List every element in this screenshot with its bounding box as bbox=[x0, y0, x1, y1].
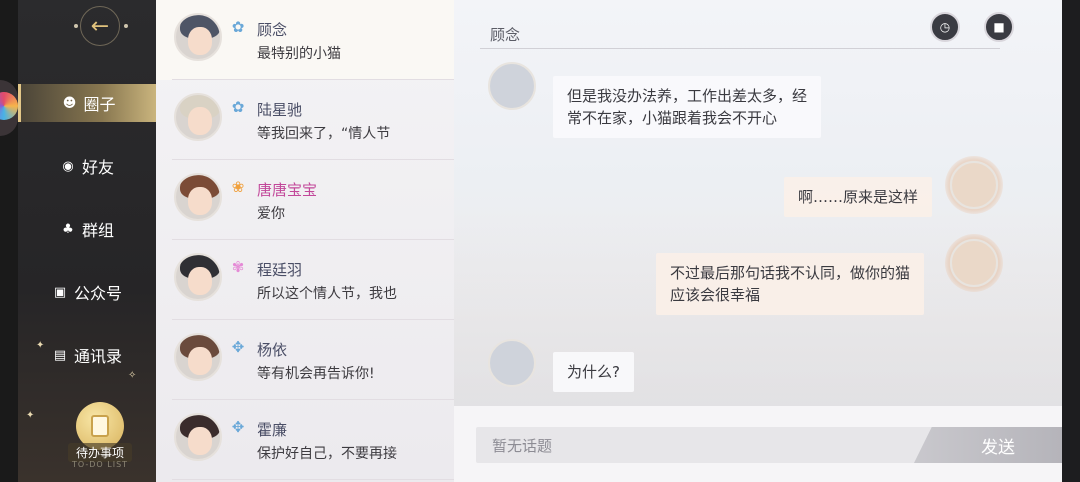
contact-name: 杨依 bbox=[257, 341, 288, 359]
contact-name: 霍廉 bbox=[257, 421, 288, 439]
contact-row[interactable]: ❀ 唐唐宝宝爱你 bbox=[156, 160, 454, 240]
divider bbox=[480, 48, 1000, 49]
nav-item-label: 圈子 bbox=[83, 95, 116, 114]
contact-row[interactable]: ✿ 顾念最特别的小猫 bbox=[156, 0, 454, 80]
avatar-face bbox=[188, 427, 212, 455]
avatar-face bbox=[188, 187, 212, 215]
avatar[interactable] bbox=[488, 339, 536, 387]
message-text: 但是我没办法养，工作出差太多，经 bbox=[567, 87, 808, 105]
screen-edge bbox=[1062, 0, 1080, 482]
avatar bbox=[174, 413, 222, 461]
handshake-icon: ✥ bbox=[231, 418, 245, 436]
avatar bbox=[174, 13, 222, 61]
topic-input[interactable]: 暂无话题 bbox=[476, 427, 946, 463]
chat-smile-icon: ☻ bbox=[62, 95, 77, 111]
friend-icon: ◉ bbox=[62, 158, 74, 174]
star-logo-icon bbox=[0, 92, 18, 120]
back-button[interactable]: ← bbox=[80, 6, 120, 46]
clipboard-icon bbox=[91, 415, 109, 437]
avatar-face bbox=[188, 107, 212, 135]
avatar-face bbox=[188, 347, 212, 375]
group-icon: ♣ bbox=[62, 221, 74, 237]
message-text: 应该会很幸福 bbox=[670, 286, 761, 304]
clock-icon: ◷ bbox=[939, 20, 951, 34]
avatar[interactable] bbox=[488, 62, 536, 110]
message-bubble-outgoing[interactable]: 啊……原来是这样 bbox=[784, 177, 933, 217]
sparkle-icon: ✦ bbox=[26, 410, 35, 421]
send-button[interactable]: 发送 bbox=[914, 427, 1062, 463]
heart-box-icon: ❀ bbox=[231, 178, 245, 196]
contact-last-message: 爱你 bbox=[257, 206, 285, 222]
handshake-icon: ✥ bbox=[231, 338, 245, 356]
app-edge-logo bbox=[0, 80, 18, 136]
contact-last-message: 等我回来了，“情人节 bbox=[257, 126, 391, 142]
nav-item-label: 公众号 bbox=[73, 284, 122, 303]
nav-item-groups[interactable]: ♣ 群组 bbox=[18, 210, 156, 248]
nav-item-contacts[interactable]: ▤ 通讯录 bbox=[18, 336, 156, 374]
message-bubble-incoming[interactable]: 但是我没办法养，工作出差太多，经 常不在家，小猫跟着我会不开心 bbox=[553, 76, 822, 138]
avatar bbox=[174, 173, 222, 221]
avatar-face bbox=[188, 27, 212, 55]
avatar bbox=[174, 333, 222, 381]
contacts-book-icon: ▤ bbox=[53, 347, 67, 363]
nav-item-public-accounts[interactable]: ▣ 公众号 bbox=[18, 273, 156, 311]
nav-item-friends[interactable]: ◉ 好友 bbox=[18, 147, 156, 185]
message-bubble-outgoing[interactable]: 不过最后那句话我不认同，做你的猫 应该会很幸福 bbox=[656, 253, 925, 315]
nav-item-label: 群组 bbox=[81, 221, 114, 240]
arrow-left-icon: ← bbox=[90, 13, 110, 39]
contact-last-message: 等有机会再告诉你! bbox=[257, 366, 375, 382]
message-text: 常不在家，小猫跟着我会不开心 bbox=[567, 109, 778, 127]
avatar[interactable] bbox=[950, 239, 998, 287]
history-clock-button[interactable]: ◷ bbox=[930, 12, 960, 42]
nav-item-circle[interactable]: ☻ 圈子 bbox=[18, 84, 156, 122]
contact-last-message: 保护好自己，不要再接 bbox=[257, 446, 397, 462]
decor-dot bbox=[74, 24, 78, 28]
sidebar: ✦ ✧ ✦ ← ☻ 圈子 ◉ 好友 ♣ 群组 ▣ 公众号 ▤ 通讯录 待办事项 … bbox=[18, 0, 156, 482]
contact-last-message: 最特别的小猫 bbox=[257, 46, 341, 62]
flower-icon: ✾ bbox=[231, 258, 245, 276]
chat-title: 顾念 bbox=[490, 26, 521, 44]
camera-icon: ■ bbox=[993, 20, 1005, 34]
todo-sublabel: TO-DO LIST bbox=[71, 460, 129, 469]
decor-dot bbox=[124, 24, 128, 28]
contact-name: 程廷羽 bbox=[257, 261, 303, 279]
ribbon-blue-icon: ✿ bbox=[231, 18, 245, 36]
avatar-face bbox=[188, 267, 212, 295]
contact-list: ✿ 顾念最特别的小猫 ✿ 陆星驰等我回来了，“情人节 ❀ 唐唐宝宝爱你 ✾ 程廷羽所以这个情人… bbox=[156, 0, 454, 482]
message-bubble-incoming[interactable]: 为什么? bbox=[553, 352, 634, 392]
divider bbox=[172, 479, 454, 480]
contact-name: 唐唐宝宝 bbox=[257, 181, 318, 199]
contact-row[interactable]: ✥ 霍廉保护好自己，不要再接 bbox=[156, 400, 454, 480]
contact-row[interactable]: ✾ 程廷羽所以这个情人节，我也 bbox=[156, 240, 454, 320]
nav-item-label: 好友 bbox=[81, 158, 114, 177]
message-text: 为什么? bbox=[567, 363, 620, 381]
avatar[interactable] bbox=[950, 161, 998, 209]
contact-row[interactable]: ✿ 陆星驰等我回来了，“情人节 bbox=[156, 80, 454, 160]
message-text: 不过最后那句话我不认同，做你的猫 bbox=[670, 264, 911, 282]
contact-last-message: 所以这个情人节，我也 bbox=[257, 286, 397, 302]
avatar bbox=[174, 93, 222, 141]
ribbon-blue-icon: ✿ bbox=[231, 98, 245, 116]
contact-name: 陆星驰 bbox=[257, 101, 303, 119]
avatar bbox=[174, 253, 222, 301]
chat-pane: 顾念 ◷ ■ 但是我没办法养，工作出差太多，经 常不在家，小猫跟着我会不开心 啊… bbox=[454, 0, 1062, 406]
message-text: 啊……原来是这样 bbox=[798, 188, 919, 206]
nav-item-label: 通讯录 bbox=[73, 347, 122, 366]
input-bar: 暂无话题 发送 bbox=[454, 406, 1062, 482]
contact-name: 顾念 bbox=[257, 21, 288, 39]
video-button[interactable]: ■ bbox=[984, 12, 1014, 42]
image-icon: ▣ bbox=[53, 284, 67, 300]
contact-row[interactable]: ✥ 杨依等有机会再告诉你! bbox=[156, 320, 454, 400]
